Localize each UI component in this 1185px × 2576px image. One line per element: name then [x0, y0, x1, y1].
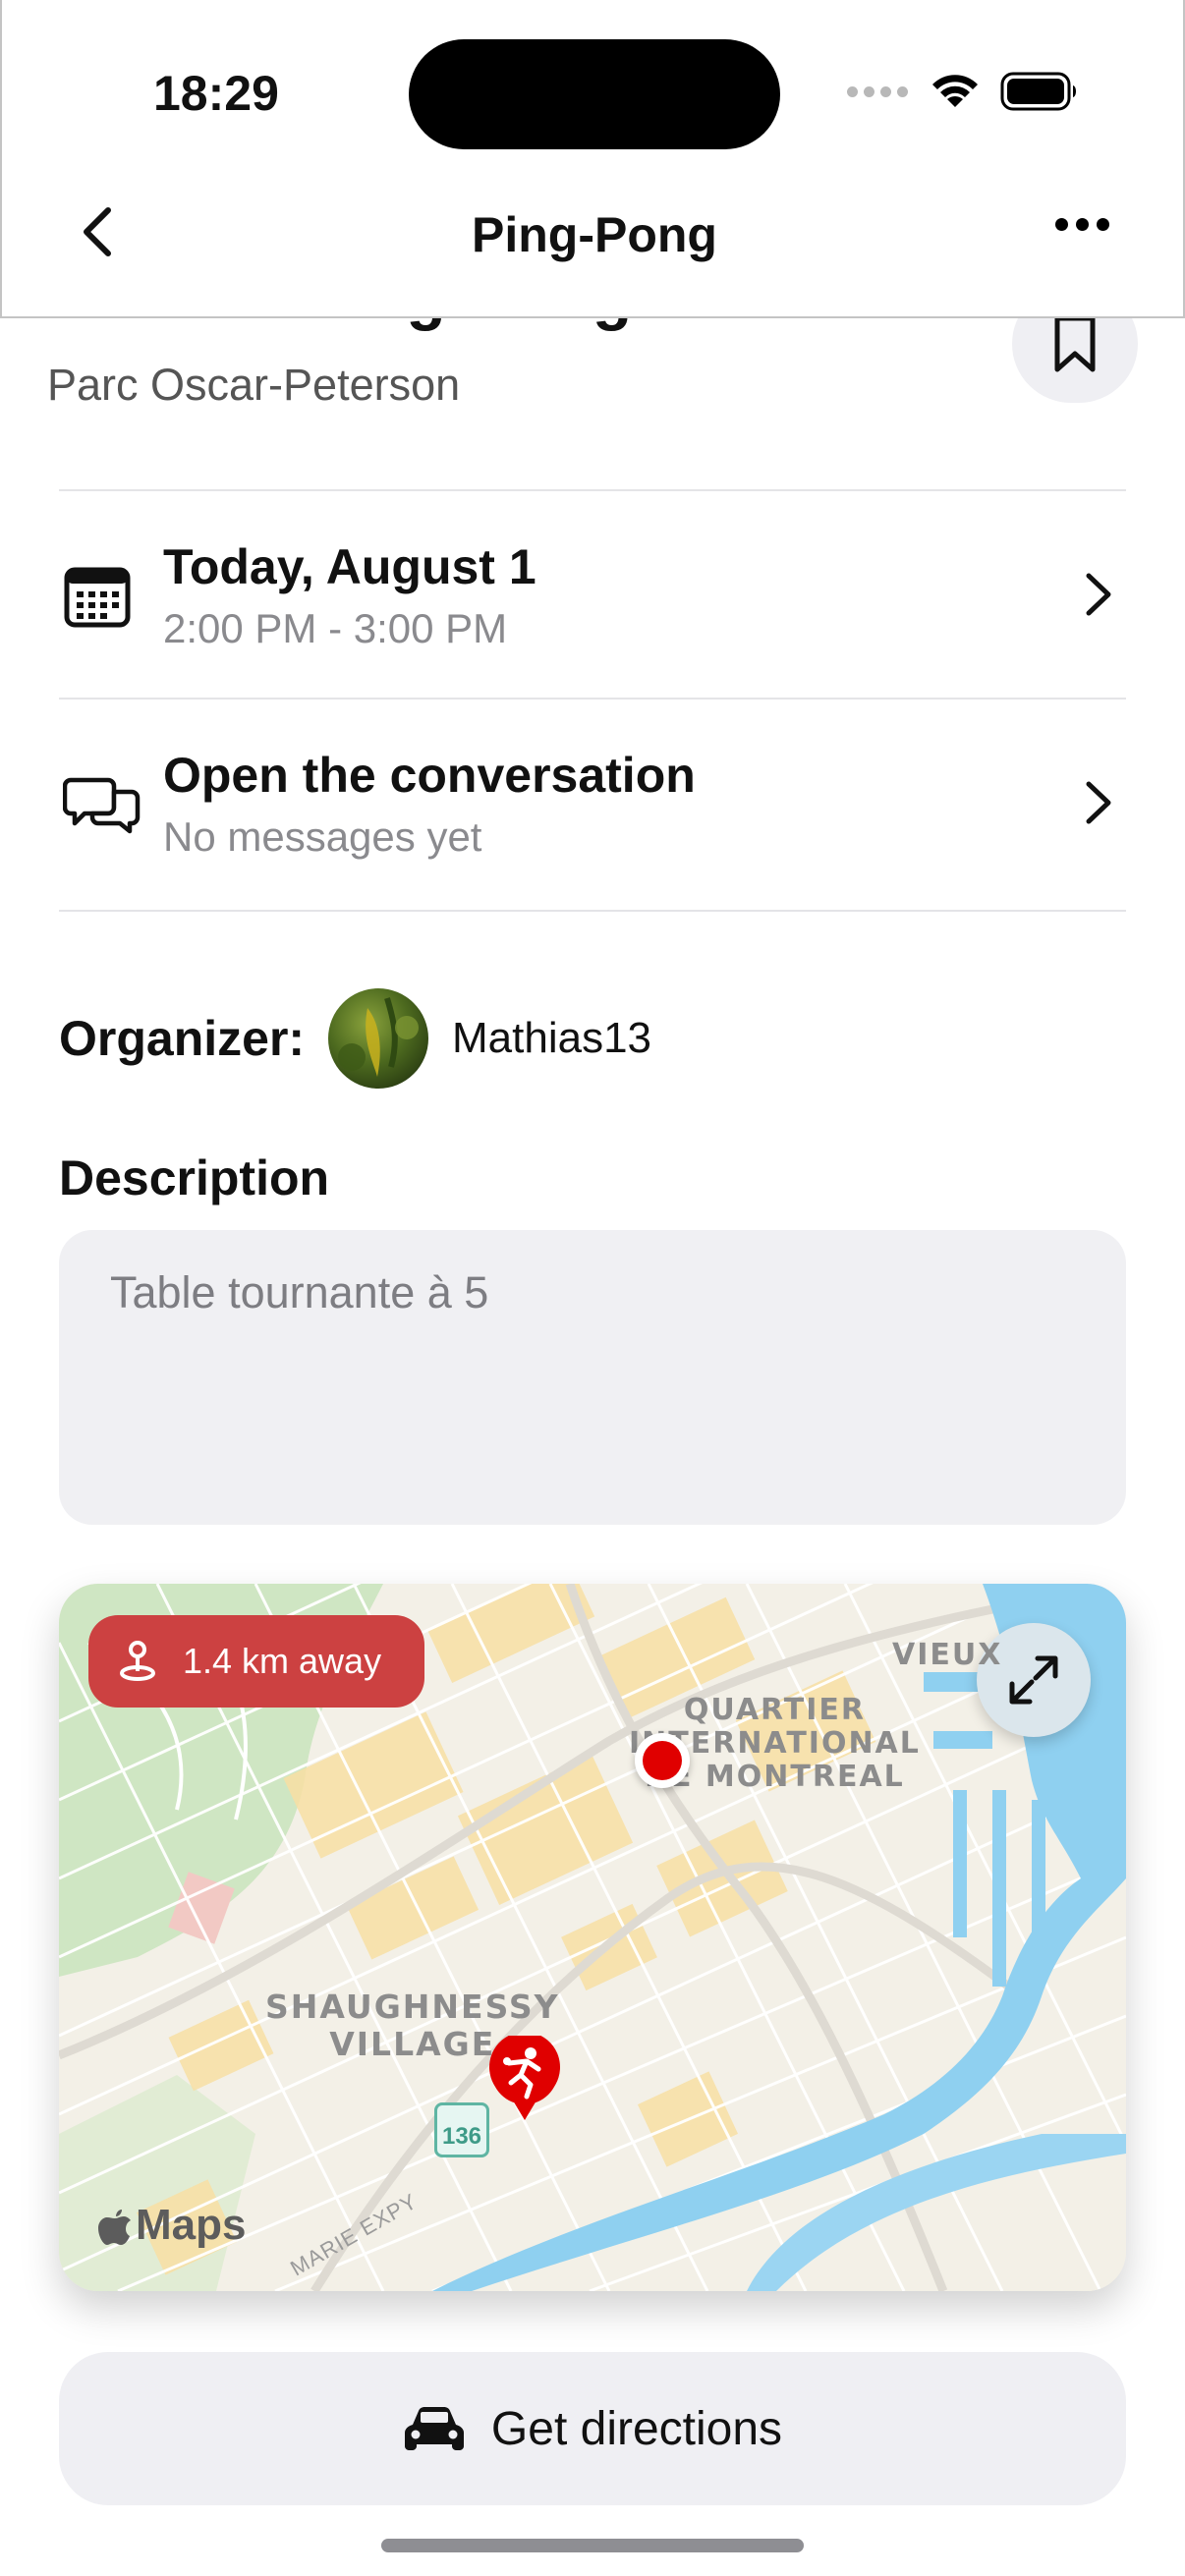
map-preview[interactable]: 1.4 km away VIEUX QUARTIER INTERNATIONAL…: [59, 1584, 1126, 2291]
bookmark-icon: [1054, 315, 1096, 372]
route-shield: 136: [434, 2102, 489, 2157]
conversation-status: No messages yet: [163, 813, 482, 860]
maps-text: Maps: [136, 2201, 247, 2249]
more-icon[interactable]: [1055, 218, 1109, 231]
conversation-title: Open the conversation: [163, 748, 696, 803]
dynamic-island: [409, 39, 780, 149]
conversation-row[interactable]: Open the conversation No messages yet: [59, 700, 1126, 906]
car-icon: [404, 2407, 464, 2450]
get-directions-label: Get directions: [490, 2402, 783, 2455]
status-time: 18:29: [153, 66, 279, 121]
apple-icon: [98, 2210, 131, 2245]
divider: [59, 910, 1126, 912]
cellular-signal-icon: [847, 85, 908, 97]
description-label: Description: [59, 1150, 330, 1205]
distance-pin-icon: [120, 1641, 155, 1681]
navigation-bar: 18:29 Ping-Pong: [0, 0, 1185, 318]
battery-icon: [1000, 72, 1076, 111]
date-title: Today, August 1: [163, 539, 536, 594]
expand-icon: [1009, 1655, 1058, 1705]
get-directions-button[interactable]: Get directions: [59, 2352, 1126, 2505]
ping-pong-icon[interactable]: [487, 2036, 562, 2124]
description-box: Table tournante à 5: [59, 1230, 1126, 1525]
chevron-right-icon: [1086, 573, 1111, 616]
activity-location: Parc Oscar-Peterson: [47, 360, 461, 410]
calendar-icon: [64, 567, 131, 628]
time-range: 2:00 PM - 3:00 PM: [163, 605, 508, 651]
distance-text: 1.4 km away: [183, 1641, 382, 1681]
map-label-vieux: VIEUX: [892, 1638, 1003, 1672]
avatar[interactable]: [328, 988, 428, 1089]
wifi-icon: [932, 75, 978, 107]
page-title: Ping-Pong: [472, 207, 717, 262]
distance-badge: 1.4 km away: [88, 1615, 425, 1708]
maps-attribution[interactable]: Maps: [98, 2201, 246, 2250]
status-icons: [847, 71, 1079, 112]
organizer-label: Organizer:: [59, 1011, 306, 1066]
avatar-image: [338, 997, 419, 1077]
organizer-name[interactable]: Mathias13: [452, 1014, 651, 1063]
activity-detail-screen: Activité Ping-Pong Parc Oscar-Peterson T…: [0, 0, 1185, 2576]
home-indicator[interactable]: [381, 2539, 804, 2552]
current-location-dot: [635, 1733, 690, 1788]
chevron-right-icon: [1086, 781, 1111, 824]
date-row[interactable]: Today, August 1 2:00 PM - 3:00 PM: [59, 491, 1126, 698]
description-text: Table tournante à 5: [110, 1267, 489, 1317]
chat-icon: [63, 777, 141, 834]
